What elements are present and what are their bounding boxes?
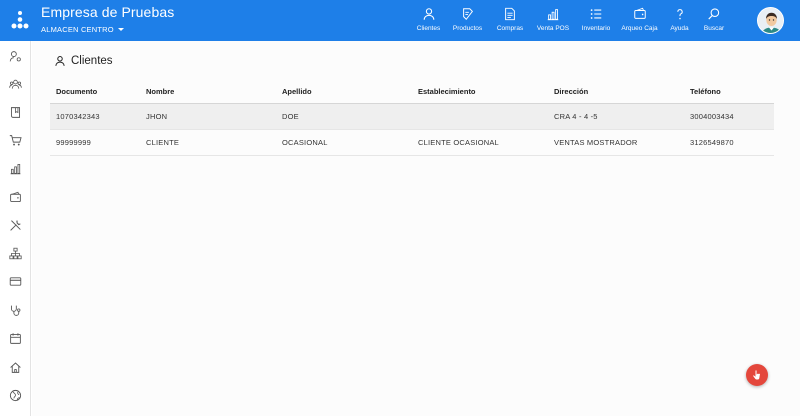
user-settings-icon[interactable] — [9, 50, 22, 63]
products-icon — [462, 8, 473, 20]
nav-label: Arqueo Caja — [621, 25, 658, 32]
nav-label: Compras — [496, 25, 524, 32]
cell-nombre: JHON — [146, 112, 168, 121]
floating-action-button[interactable] — [746, 364, 768, 386]
cell-apellido: OCASIONAL — [282, 138, 328, 147]
column-header-documento[interactable]: Documento — [50, 87, 140, 96]
cell-direccion: CRA 4 - 4 -5 — [554, 112, 598, 121]
book-icon[interactable] — [9, 106, 22, 119]
cell-telefono: 3004003434 — [690, 112, 734, 121]
sidebar — [0, 41, 31, 416]
cell-direccion: VENTAS MOSTRADOR — [554, 138, 638, 147]
wallet-icon[interactable] — [9, 191, 22, 204]
nav-arqueo-caja[interactable]: Arqueo Caja — [616, 0, 663, 41]
nav-label: Inventario — [581, 25, 611, 32]
help-icon — [676, 9, 683, 20]
top-nav: Clientes Productos Compras Venta POS Inv… — [412, 0, 732, 41]
top-bar: Empresa de Pruebas ALMACEN CENTRO Client… — [0, 0, 800, 41]
caret-down-icon — [117, 28, 124, 31]
user-avatar[interactable] — [757, 7, 784, 34]
hierarchy-icon[interactable] — [9, 247, 22, 260]
company-name: Empresa de Pruebas — [41, 4, 175, 20]
user-icon — [423, 8, 434, 20]
purchases-icon — [505, 7, 515, 21]
cell-nombre: CLIENTE — [146, 138, 180, 147]
chart-icon[interactable] — [9, 162, 22, 175]
column-header-nombre[interactable]: Nombre — [140, 87, 276, 96]
nav-label: Venta POS — [536, 25, 570, 32]
list-icon — [590, 9, 602, 19]
cell-apellido: DOE — [282, 112, 299, 121]
store-selector[interactable]: ALMACEN CENTRO — [41, 25, 174, 34]
globe-icon[interactable] — [9, 389, 22, 402]
search-icon — [708, 8, 720, 20]
store-name: ALMACEN CENTRO — [41, 25, 114, 34]
nav-label: Ayuda — [670, 25, 689, 32]
nav-clientes[interactable]: Clientes — [412, 0, 445, 41]
nav-productos[interactable]: Productos — [445, 0, 490, 41]
calendar-icon[interactable] — [9, 332, 22, 345]
stethoscope-icon[interactable] — [9, 304, 22, 317]
cart-icon[interactable] — [9, 134, 22, 147]
cell-documento: 1070342343 — [56, 112, 100, 121]
cell-establecimiento: CLIENTE OCASIONAL — [418, 138, 499, 147]
app-logo-icon[interactable] — [8, 8, 32, 32]
column-header-establecimiento[interactable]: Establecimiento — [412, 87, 548, 96]
hand-pointer-icon — [753, 370, 760, 380]
table-row[interactable]: 99999999 CLIENTE OCASIONAL CLIENTE OCASI… — [50, 130, 774, 156]
page-header: Clientes — [54, 55, 113, 67]
nav-buscar[interactable]: Buscar — [696, 0, 732, 41]
home-icon[interactable] — [9, 361, 22, 374]
card-icon[interactable] — [9, 275, 22, 288]
nav-label: Buscar — [703, 25, 725, 32]
user-icon — [55, 56, 65, 66]
nav-label: Clientes — [416, 25, 441, 32]
wallet-icon — [633, 7, 646, 19]
cell-telefono: 3126549870 — [690, 138, 734, 147]
column-header-direccion[interactable]: Dirección — [548, 87, 684, 96]
nav-ayuda[interactable]: Ayuda — [663, 0, 696, 41]
cell-documento: 99999999 — [56, 138, 91, 147]
nav-inventario[interactable]: Inventario — [576, 0, 616, 41]
nav-venta-pos[interactable]: Venta POS — [530, 0, 576, 41]
pos-chart-icon — [547, 9, 559, 21]
column-header-telefono[interactable]: Teléfono — [684, 87, 774, 96]
clients-table: Documento Nombre Apellido Establecimient… — [50, 79, 774, 156]
main-content: Clientes Documento Nombre Apellido Estab… — [32, 41, 800, 416]
column-header-apellido[interactable]: Apellido — [276, 87, 412, 96]
company-brand: Empresa de Pruebas ALMACEN CENTRO — [41, 4, 174, 34]
table-header: Documento Nombre Apellido Establecimient… — [50, 79, 774, 104]
tools-icon[interactable] — [9, 219, 22, 232]
users-icon[interactable] — [9, 78, 22, 91]
nav-compras[interactable]: Compras — [490, 0, 530, 41]
table-row[interactable]: 1070342343 JHON DOE CRA 4 - 4 -5 3004003… — [50, 104, 774, 130]
nav-label: Productos — [452, 25, 483, 32]
page-title: Clientes — [71, 55, 113, 67]
